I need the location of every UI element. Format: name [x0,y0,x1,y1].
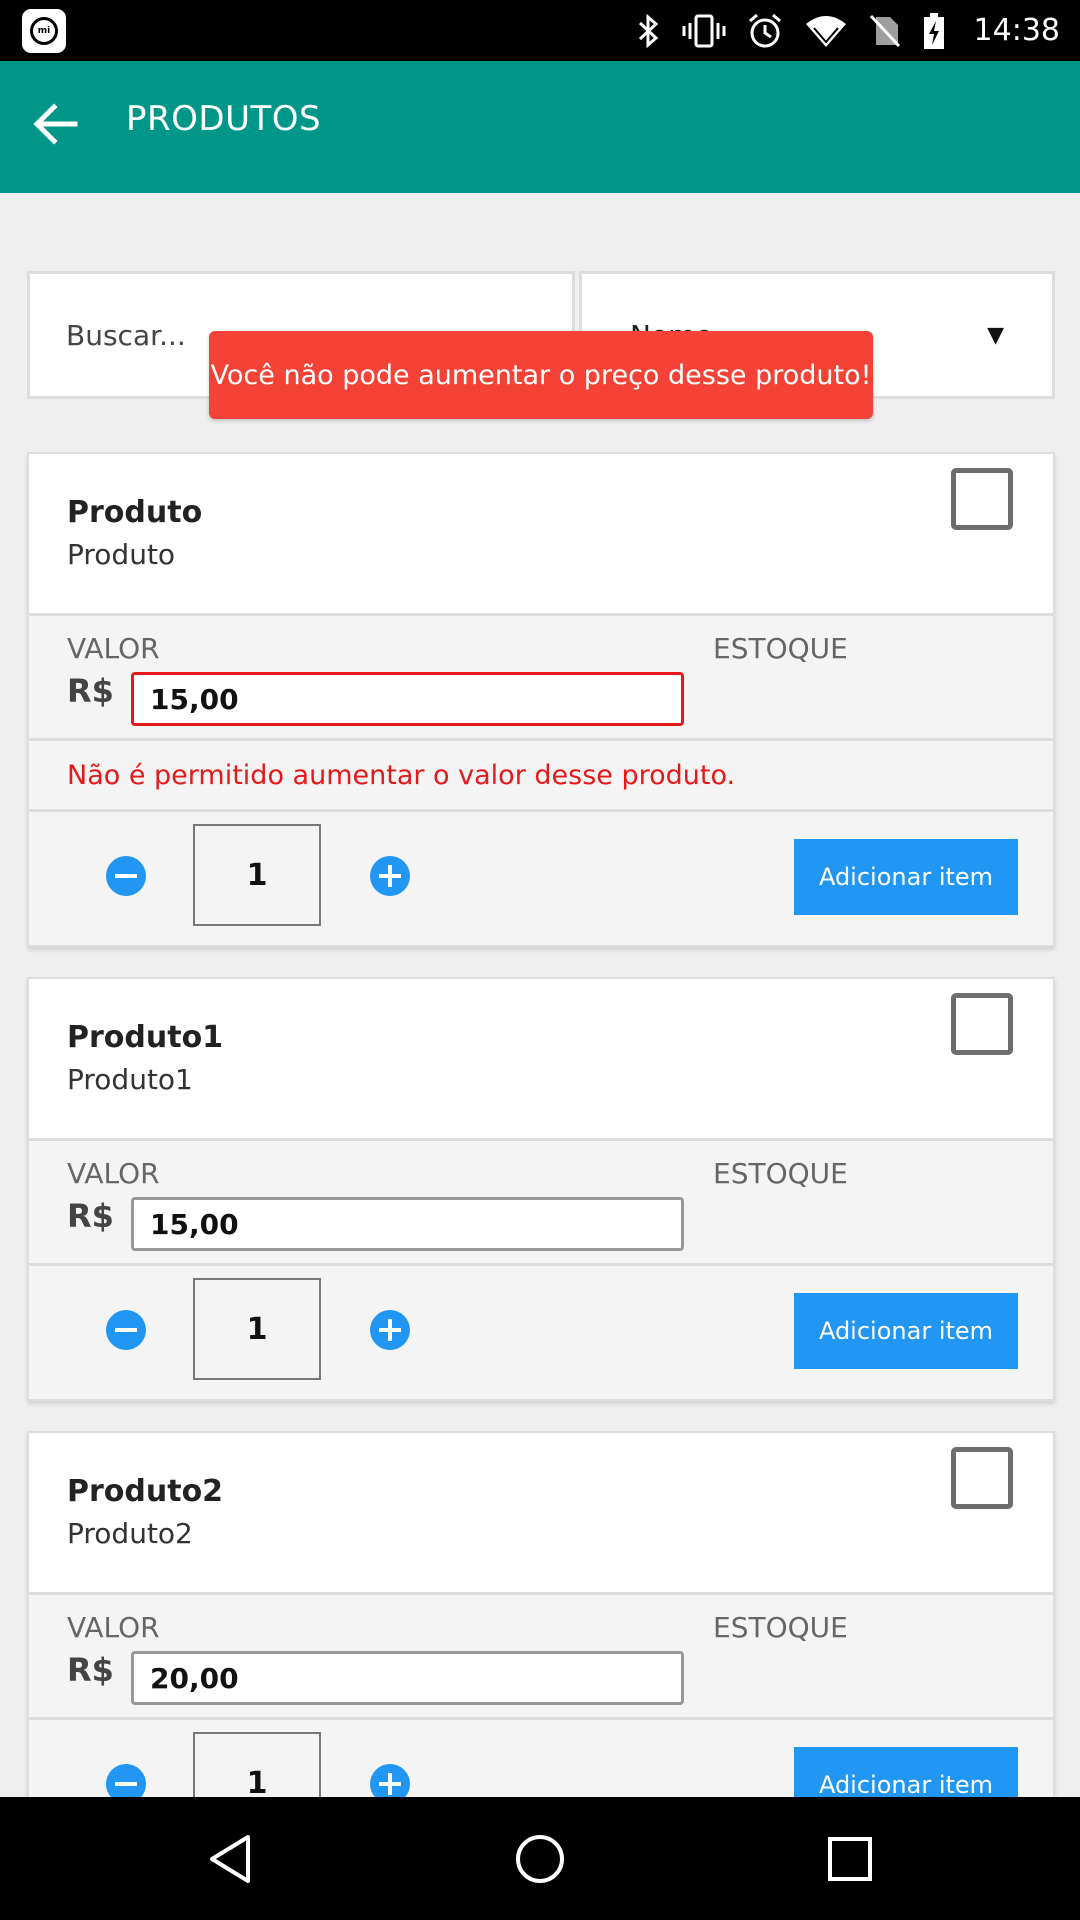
currency-label: R$ [67,1197,114,1235]
product-checkbox[interactable] [951,1447,1013,1509]
nav-recent-apps-icon[interactable] [822,1831,878,1887]
product-name: Produto2 [67,1474,224,1509]
quantity-value[interactable]: 1 [193,824,321,926]
product-header: Produto1 Produto1 [29,979,1053,1141]
estoque-label: ESTOQUE [713,632,848,665]
status-bar: mi 14:38 [0,0,1080,61]
increase-quantity-button[interactable] [370,1310,410,1350]
decrease-quantity-button[interactable] [106,1310,146,1350]
product-header: Produto Produto [29,454,1053,616]
mi-icon: mi [22,9,66,53]
quantity-row: 1 Adicionar item [29,1720,1053,1797]
decrease-quantity-button[interactable] [106,1764,146,1797]
price-error-message: Não é permitido aumentar o valor desse p… [29,741,1053,812]
status-time: 14:38 [973,13,1060,48]
error-toast: Você não pode aumentar o preço desse pro… [209,331,873,419]
quantity-row: 1 Adicionar item [29,812,1053,945]
add-item-button[interactable]: Adicionar item [794,1747,1018,1797]
price-input[interactable] [131,672,684,726]
app-bar: PRODUTOS [0,61,1080,193]
currency-label: R$ [67,1651,114,1689]
increase-quantity-button[interactable] [370,856,410,896]
add-item-button[interactable]: Adicionar item [794,1293,1018,1369]
valor-label: VALOR [67,1157,160,1190]
product-list-screen: Você não pode aumentar o preço desse pro… [0,193,1080,1797]
product-checkbox[interactable] [951,468,1013,530]
no-sim-icon [869,14,900,47]
product-card: Produto2 Produto2 VALOR ESTOQUE R$ 1 Adi… [27,1431,1055,1797]
quantity-value[interactable]: 1 [193,1732,321,1797]
wifi-icon [805,15,846,47]
arrow-left-icon[interactable] [30,99,80,149]
valor-label: VALOR [67,632,160,665]
value-row: VALOR ESTOQUE R$ [29,616,1053,741]
estoque-label: ESTOQUE [713,1611,848,1644]
page-title: PRODUTOS [126,99,322,139]
product-name: Produto1 [67,1020,224,1055]
product-checkbox[interactable] [951,993,1013,1055]
product-card: Produto1 Produto1 VALOR ESTOQUE R$ 1 Adi… [27,977,1055,1401]
estoque-label: ESTOQUE [713,1157,848,1190]
quantity-row: 1 Adicionar item [29,1266,1053,1399]
increase-quantity-button[interactable] [370,1764,410,1797]
nav-home-icon[interactable] [512,1831,568,1887]
product-card: Produto Produto VALOR ESTOQUE R$ Não é p… [27,452,1055,947]
nav-back-icon[interactable] [202,1831,258,1887]
quantity-value[interactable]: 1 [193,1278,321,1380]
battery-charging-icon [923,12,944,49]
bluetooth-icon [638,13,658,48]
product-subtitle: Produto2 [67,1517,193,1550]
value-row: VALOR ESTOQUE R$ [29,1141,1053,1266]
decrease-quantity-button[interactable] [106,856,146,896]
product-subtitle: Produto [67,538,176,571]
product-subtitle: Produto1 [67,1063,193,1096]
price-input[interactable] [131,1197,684,1251]
navigation-bar [0,1797,1080,1920]
currency-label: R$ [67,672,114,710]
product-name: Produto [67,495,203,530]
alarm-icon [748,13,781,47]
vibrate-icon [682,14,726,47]
caret-down-icon: ▼ [987,322,1004,348]
value-row: VALOR ESTOQUE R$ [29,1595,1053,1720]
add-item-button[interactable]: Adicionar item [794,839,1018,915]
price-input[interactable] [131,1651,684,1705]
status-icons: 14:38 [636,0,1060,61]
valor-label: VALOR [67,1611,160,1644]
product-header: Produto2 Produto2 [29,1433,1053,1595]
